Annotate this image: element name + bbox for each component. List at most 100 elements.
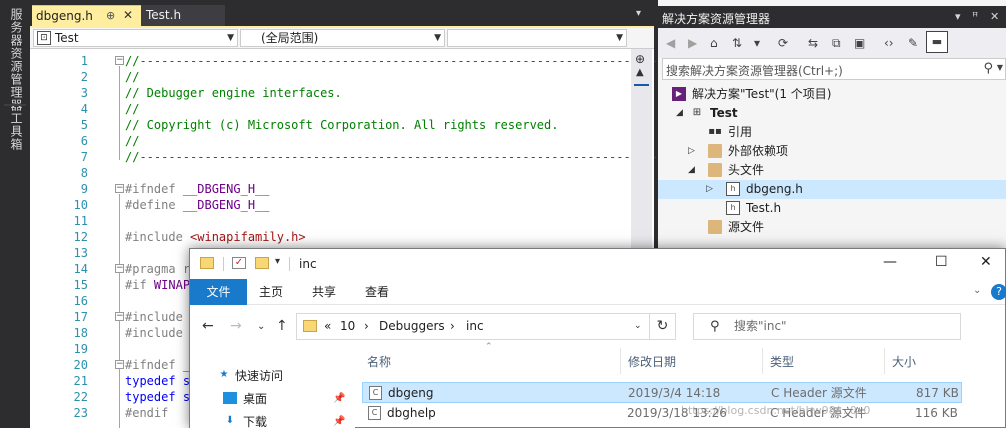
breadcrumb-item[interactable]: Debuggers [379,314,445,339]
tree-item-test-h[interactable]: h Test.h [658,199,1006,218]
maximize-icon[interactable]: ☐ [935,254,948,270]
code-line[interactable]: #ifndef __DBGENG_H__ [125,181,270,197]
tab-home[interactable]: 主页 [259,279,283,305]
column-divider[interactable] [620,348,621,374]
code-line[interactable]: // Copyright (c) Microsoft Corporation. … [125,117,558,133]
pin-icon[interactable]: ꟸ [972,10,978,23]
tree-item-dbgeng-h[interactable]: ▷ h dbgeng.h [658,180,1006,199]
breadcrumb-separator[interactable]: › [450,314,455,339]
collapse-icon[interactable]: − [115,184,124,193]
help-icon[interactable]: ? [991,284,1006,300]
column-header-date[interactable]: 修改日期 [628,353,676,370]
show-all-files-icon[interactable]: ▣ [854,36,865,50]
collapse-all-icon[interactable]: ⧉ [832,36,841,51]
code-line[interactable]: // [125,101,139,117]
column-divider[interactable] [762,348,763,374]
tree-item-header-files[interactable]: ◢ 头文件 [658,161,1006,180]
expanded-icon[interactable]: ◢ [676,104,683,123]
forward-icon[interactable]: → [230,318,242,334]
tree-item-references[interactable]: ▪▪ 引用 [658,123,1006,142]
scroll-thumb[interactable] [634,84,649,86]
code-line[interactable]: #include [125,309,183,325]
code-line[interactable]: #include <winapifamily.h> [125,229,306,245]
properties-check-icon[interactable]: ✓ [232,257,246,269]
split-icon[interactable]: ⊕ [635,52,645,66]
pin-icon[interactable]: 📌 [333,388,345,410]
back-icon[interactable]: ◀ [666,36,675,50]
tab-test-h[interactable]: Test.h [141,5,225,27]
code-line[interactable]: #include [125,325,183,341]
close-icon[interactable]: ✕ [990,10,999,23]
code-line[interactable]: // [125,69,139,85]
collapse-icon[interactable]: − [115,56,124,65]
member-combo[interactable]: ▼ [447,29,627,47]
breadcrumb-item[interactable]: 10 [340,314,355,339]
refresh-button[interactable]: ↻ [649,313,676,340]
nav-item-desktop[interactable]: 桌面 📌 [190,388,355,410]
back-icon[interactable]: ← [202,318,214,334]
recent-locations-icon[interactable]: ⌄ [257,321,265,332]
up-icon[interactable]: ↑ [276,318,288,334]
nav-item-quick-access[interactable]: ★ 快速访问 [190,365,355,387]
code-line[interactable]: typedef s [125,373,190,389]
expand-ribbon-icon[interactable]: ⌄ [973,285,981,296]
column-header-name[interactable]: 名称 [367,353,391,370]
expanded-icon[interactable]: ◢ [688,161,695,180]
forward-icon[interactable]: ▶ [688,36,697,50]
toolbox-tab[interactable]: 工具箱 [7,112,23,151]
folder-search-input[interactable]: ⚲ 搜索"inc" [693,313,961,340]
sync-icon[interactable]: ⇆ [808,36,818,50]
pending-changes-icon[interactable]: ⟳ [778,36,788,50]
search-icon[interactable]: ⚲ [983,61,993,76]
breadcrumb-item[interactable]: inc [466,314,484,339]
tab-view[interactable]: 查看 [365,279,389,305]
code-line[interactable]: #define __DBGENG_H__ [125,197,270,213]
properties-icon[interactable]: ✎ [908,36,918,50]
server-explorer-tab[interactable]: 服务器资源管理器 [7,8,23,112]
code-line[interactable]: #endif [125,405,168,421]
code-line[interactable]: // [125,133,139,149]
collapse-icon[interactable]: − [115,360,124,369]
pin-icon[interactable]: 📌 [333,411,345,428]
tree-item-solution[interactable]: ▶ 解决方案"Test"(1 个项目) [658,85,1006,104]
dropdown-icon[interactable]: ▾ [955,10,961,23]
preview-icon[interactable]: ▬ [926,31,948,53]
code-line[interactable]: // Debugger engine interfaces. [125,85,342,101]
tree-item-source-files[interactable]: 源文件 [658,218,1006,237]
breadcrumb-overflow[interactable]: « [324,314,331,339]
file-row[interactable]: C dbghelp 2019/3/18 13:26 C Header 源文件 1… [362,403,962,424]
collapse-icon[interactable]: − [115,264,124,273]
collapsed-icon[interactable]: ▷ [688,142,695,161]
solution-search-input[interactable]: 搜索解决方案资源管理器(Ctrl+;) ⚲ ▼ [662,58,1006,80]
switch-views-icon[interactable]: ⇅ [732,36,742,50]
close-icon[interactable]: ✕ [980,254,992,270]
chevron-down-icon[interactable]: ⌄ [634,314,642,339]
tree-item-project[interactable]: ◢ ⊞ Test [658,104,1006,123]
breadcrumb-separator[interactable]: › [364,314,369,339]
new-folder-icon[interactable] [255,257,269,269]
code-line[interactable]: #pragma r [125,261,190,277]
minimize-icon[interactable]: — [883,254,897,270]
project-combo[interactable]: ⊡ Test ▼ [33,29,238,47]
tab-file[interactable]: 文件 [190,279,247,305]
nav-item-downloads[interactable]: ⬇ 下载 📌 [190,411,355,428]
code-line[interactable]: #if WINAP [125,277,190,293]
code-line[interactable]: //--------------------------------------… [125,149,689,165]
chevron-down-icon[interactable]: ▾ [275,256,280,267]
scroll-up-icon[interactable]: ▲ [636,67,644,78]
file-row[interactable]: C dbgeng 2019/3/4 14:18 C Header 源文件 817… [362,382,962,403]
collapse-icon[interactable]: − [115,312,124,321]
pin-icon[interactable]: ⊕ [106,9,115,22]
tab-share[interactable]: 共享 [312,279,336,305]
code-line[interactable]: //--------------------------------------… [125,53,689,69]
column-header-type[interactable]: 类型 [770,353,794,370]
chevron-down-icon[interactable]: ▼ [997,63,1003,72]
tab-list-dropdown-icon[interactable]: ▾ [636,8,641,19]
chevron-down-icon[interactable]: ▾ [754,36,760,50]
home-icon[interactable]: ⌂ [710,36,718,50]
tab-dbgeng-h[interactable]: dbgeng.h ⊕ ✕ [32,5,141,27]
tree-item-external-deps[interactable]: ▷ 外部依赖项 [658,142,1006,161]
column-divider[interactable] [884,348,885,374]
scope-combo[interactable]: (全局范围) ▼ [240,29,445,47]
address-bar[interactable]: « 10 › Debuggers › inc ⌄ [296,313,672,340]
